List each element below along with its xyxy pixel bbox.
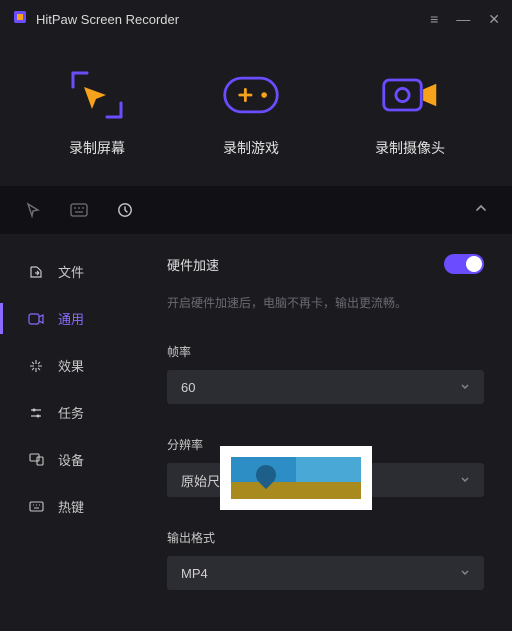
hw-accel-hint: 开启硬件加速后，电脑不再卡，输出更流畅。 — [167, 294, 484, 311]
chevron-down-icon — [460, 473, 470, 488]
framerate-label: 帧率 — [167, 343, 484, 360]
title-left: HitPaw Screen Recorder — [12, 9, 179, 30]
settings-panel: 硬件加速 开启硬件加速后，电脑不再卡，输出更流畅。 帧率 60 分辨率 原始尺 … — [155, 234, 512, 619]
titlebar: HitPaw Screen Recorder ≡ ― ✕ — [0, 0, 512, 38]
output-format-label: 输出格式 — [167, 529, 484, 546]
close-icon[interactable]: ✕ — [488, 11, 500, 28]
sidebar-item-label: 任务 — [58, 403, 84, 422]
devices-icon — [28, 452, 44, 468]
mode-row: 录制屏幕 录制游戏 录制摄像头 — [0, 38, 512, 186]
sidebar-item-files[interactable]: 文件 — [0, 248, 155, 295]
record-webcam-icon — [380, 70, 440, 120]
mode-record-webcam[interactable]: 录制摄像头 — [375, 70, 445, 158]
chevron-down-icon — [460, 380, 470, 395]
sliders-icon — [28, 405, 44, 421]
mode-label: 录制游戏 — [223, 138, 279, 158]
chevron-down-icon — [460, 566, 470, 581]
minimize-icon[interactable]: ― — [456, 11, 470, 27]
menu-icon[interactable]: ≡ — [430, 11, 438, 27]
window-title: HitPaw Screen Recorder — [36, 12, 179, 27]
mode-record-screen[interactable]: 录制屏幕 — [67, 70, 127, 158]
resolution-value: 原始尺 — [181, 471, 220, 490]
sidebar-item-general[interactable]: 通用 — [0, 295, 155, 342]
keyboard-icon[interactable] — [70, 201, 88, 219]
mode-label: 录制屏幕 — [69, 138, 125, 158]
mode-label: 录制摄像头 — [375, 138, 445, 158]
framerate-select[interactable]: 60 — [167, 370, 484, 404]
sidebar-item-devices[interactable]: 设备 — [0, 436, 155, 483]
resolution-label: 分辨率 — [167, 436, 484, 453]
sidebar-item-label: 文件 — [58, 262, 84, 281]
hw-accel-row: 硬件加速 — [167, 254, 484, 274]
sparkle-icon — [28, 358, 44, 374]
toolbar-left — [24, 201, 134, 219]
cursor-icon[interactable] — [24, 201, 42, 219]
sidebar-item-label: 热键 — [58, 497, 84, 516]
resolution-select[interactable]: 原始尺 — [167, 463, 484, 497]
secondary-toolbar — [0, 186, 512, 234]
keyboard-small-icon — [28, 499, 44, 515]
app-logo-icon — [12, 9, 28, 30]
sidebar-item-label: 通用 — [58, 309, 84, 328]
sidebar-item-label: 效果 — [58, 356, 84, 375]
toggle-knob — [466, 256, 482, 272]
record-game-icon — [221, 70, 281, 120]
hw-accel-toggle[interactable] — [444, 254, 484, 274]
chevron-up-icon — [474, 201, 488, 215]
sidebar-item-hotkeys[interactable]: 热键 — [0, 483, 155, 530]
framerate-value: 60 — [181, 380, 195, 395]
export-icon — [28, 264, 44, 280]
history-icon[interactable] — [116, 201, 134, 219]
output-format-value: MP4 — [181, 566, 208, 581]
window-controls: ≡ ― ✕ — [430, 11, 500, 28]
output-format-select[interactable]: MP4 — [167, 556, 484, 590]
camera-icon — [28, 311, 44, 327]
record-screen-icon — [67, 70, 127, 120]
sidebar-item-effects[interactable]: 效果 — [0, 342, 155, 389]
settings-sidebar: 文件 通用 效果 任务 设备 热键 — [0, 234, 155, 619]
settings-body: 文件 通用 效果 任务 设备 热键 硬件加速 开启硬件加速后，电脑不再卡，输出更… — [0, 234, 512, 619]
sidebar-item-label: 设备 — [58, 450, 84, 469]
hw-accel-title: 硬件加速 — [167, 255, 219, 274]
sidebar-item-tasks[interactable]: 任务 — [0, 389, 155, 436]
mode-record-game[interactable]: 录制游戏 — [221, 70, 281, 158]
collapse-button[interactable] — [474, 201, 488, 220]
